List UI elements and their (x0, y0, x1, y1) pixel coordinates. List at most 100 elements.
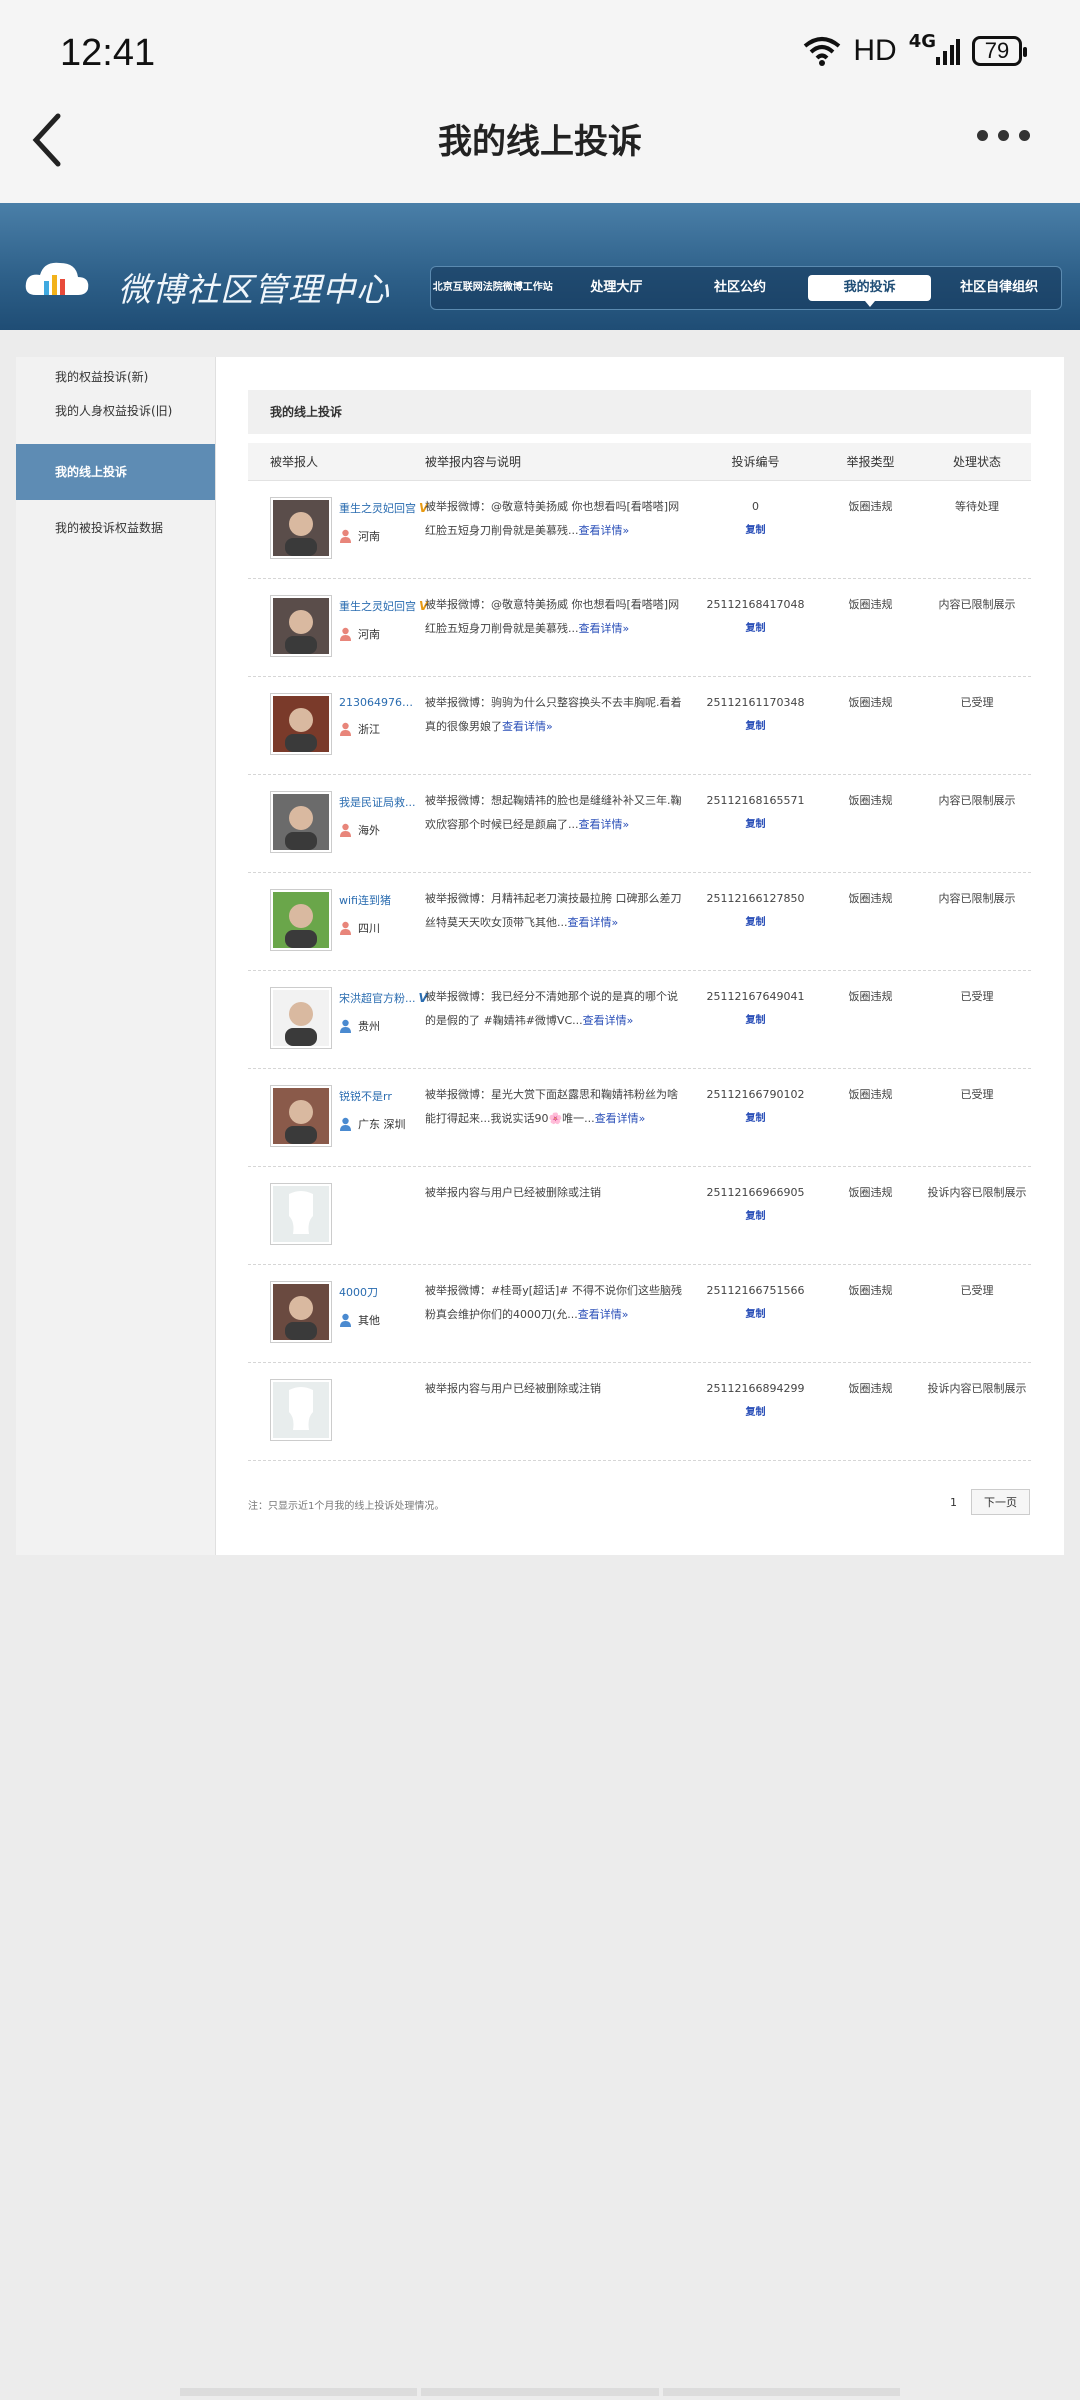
avatar[interactable] (270, 889, 332, 951)
complaint-status: 已受理 (960, 696, 994, 709)
header-status: 处理状态 (952, 455, 1001, 469)
reported-user-name[interactable]: 重生之灵妃回宫 (339, 598, 416, 614)
complaint-id: 25112166790102 (706, 1088, 805, 1101)
complaint-id: 25112168165571 (706, 794, 805, 807)
view-details-link[interactable]: 查看详情» (579, 622, 630, 635)
table-header: 被举报人 被举报内容与说明 投诉编号 举报类型 处理状态 (248, 443, 1031, 481)
tab-my-complaints[interactable]: 我的投诉 (807, 274, 932, 308)
copy-button[interactable]: 复制 (693, 617, 818, 641)
view-details-link[interactable]: 查看详情» (583, 1014, 634, 1027)
person-icon (340, 627, 351, 641)
complaint-list: 重生之灵妃回宫 V 河南 被举报微博：@敬意特美扬威 你也想看吗[看嗒嗒]网红脸五短身… (248, 481, 1031, 1461)
view-details-link[interactable]: 查看详情» (578, 1308, 629, 1321)
complaint-type: 饭圈违规 (848, 598, 893, 611)
complaint-content: 被举报内容与用户已经被删除或注销 (425, 1382, 601, 1395)
clock: 12:41 (60, 32, 156, 74)
sidebar: 我的权益投诉(新) 我的人身权益投诉(旧) 我的线上投诉 我的被投诉权益数据 (16, 357, 216, 1555)
footer-note: 注：只显示近1个月我的线上投诉处理情况。 (248, 1501, 445, 1512)
avatar[interactable] (270, 497, 332, 559)
avatar[interactable] (270, 595, 332, 657)
tab-self-regulation[interactable]: 社区自律组织 (937, 280, 1061, 296)
complaint-type: 饭圈违规 (848, 696, 893, 709)
sidebar-item-personal-rights-old[interactable]: 我的人身权益投诉(旧) (16, 395, 215, 428)
user-location: 海外 (358, 824, 380, 837)
complaint-status: 已受理 (960, 1088, 994, 1101)
top-nav: 北京互联网法院微博工作站 处理大厅 社区公约 我的投诉 社区自律组织 (430, 266, 1062, 310)
user-location: 贵州 (358, 1020, 380, 1033)
view-details-link[interactable]: 查看详情» (502, 720, 553, 733)
copy-button[interactable]: 复制 (693, 519, 818, 543)
avatar[interactable] (270, 1379, 332, 1441)
reported-user-name[interactable]: 锐锐不是rr (339, 1088, 392, 1104)
next-page-button[interactable]: 下一页 (971, 1489, 1030, 1515)
copy-button[interactable]: 复制 (693, 1009, 818, 1033)
copy-button[interactable]: 复制 (693, 1303, 818, 1327)
copy-button[interactable]: 复制 (693, 813, 818, 837)
sidebar-item-rights-new[interactable]: 我的权益投诉(新) (16, 359, 215, 395)
complaint-content: 被举报内容与用户已经被删除或注销 (425, 1186, 601, 1199)
complaint-type: 饭圈违规 (848, 500, 893, 513)
person-icon (340, 1313, 351, 1327)
reported-user-name[interactable]: 4000刀 (339, 1284, 378, 1300)
copy-button[interactable]: 复制 (693, 1205, 818, 1229)
page-number[interactable]: 1 (950, 1496, 957, 1509)
sidebar-item-complained-data[interactable]: 我的被投诉权益数据 (16, 512, 215, 545)
table-row: 重生之灵妃回宫 V 河南 被举报微博：@敬意特美扬威 你也想看吗[看嗒嗒]网红脸五短身… (248, 579, 1031, 677)
reported-user-name[interactable]: 我是民证局救... (339, 794, 416, 810)
wifi-icon (804, 37, 841, 66)
complaint-id: 0 (752, 500, 759, 513)
section-title: 我的线上投诉 (248, 390, 1031, 434)
header-content: 被举报内容与说明 (425, 455, 522, 469)
user-location: 浙江 (358, 723, 380, 736)
avatar[interactable] (270, 987, 332, 1049)
copy-button[interactable]: 复制 (693, 1401, 818, 1425)
avatar[interactable] (270, 1183, 332, 1245)
pagination: 1 下一页 (950, 1489, 1030, 1515)
user-location: 其他 (358, 1314, 380, 1327)
person-icon (340, 1019, 351, 1033)
complaint-status: 已受理 (960, 1284, 994, 1297)
view-details-link[interactable]: 查看详情» (595, 1112, 646, 1125)
more-dots-icon[interactable] (977, 130, 1030, 141)
complaint-type: 饭圈违规 (848, 1186, 893, 1199)
complaint-content: 被举报微博：我已经分不清她那个说的是真的哪个说的是假的了 #鞠婧祎#微博VC..… (425, 990, 678, 1027)
avatar[interactable] (270, 1281, 332, 1343)
complaint-id: 25112166966905 (706, 1186, 805, 1199)
sidebar-item-online-complaints[interactable]: 我的线上投诉 (16, 444, 215, 500)
complaint-status: 投诉内容已限制展示 (927, 1186, 1027, 1199)
complaint-content: 被举报微博：月精祎起老刀演技最拉胯 口碑那么差刀丝特莫天天吹女顶带飞其他... (425, 892, 682, 929)
view-details-link[interactable]: 查看详情» (568, 916, 619, 929)
complaint-status: 投诉内容已限制展示 (927, 1382, 1027, 1395)
complaint-status: 内容已限制展示 (938, 794, 1016, 807)
logo-text: 微博社区管理中心 (118, 270, 390, 309)
header-id: 投诉编号 (731, 455, 780, 469)
person-icon (340, 921, 351, 935)
view-details-link[interactable]: 查看详情» (579, 818, 630, 831)
reported-user-name[interactable]: 宋洪超官方粉... (339, 990, 416, 1006)
copy-button[interactable]: 复制 (693, 1107, 818, 1131)
person-icon (340, 722, 351, 736)
avatar[interactable] (270, 1085, 332, 1147)
user-location: 河南 (358, 530, 380, 543)
table-row: 宋洪超官方粉... V 贵州 被举报微博：我已经分不清她那个说的是真的哪个说的是假的了… (248, 971, 1031, 1069)
complaint-id: 25112167649041 (706, 990, 805, 1003)
complaint-status: 内容已限制展示 (938, 892, 1016, 905)
copy-button[interactable]: 复制 (693, 911, 818, 935)
complaint-content: 被举报微博：驹驹为什么只整容换头不去丰胸呢.看着真的很像男娘了 (425, 696, 682, 733)
complaint-content: 被举报微博：@敬意特美扬威 你也想看吗[看嗒嗒]网红脸五短身刀削骨就是美慕残..… (425, 500, 680, 537)
reported-user-name[interactable]: 2130649767_256 (339, 696, 417, 709)
complaint-id: 25112168417048 (706, 598, 805, 611)
user-location: 四川 (358, 922, 380, 935)
view-details-link[interactable]: 查看详情» (579, 524, 630, 537)
tab-hall[interactable]: 处理大厅 (555, 280, 679, 296)
tab-convention[interactable]: 社区公约 (678, 280, 802, 296)
avatar[interactable] (270, 693, 332, 755)
tab-court-station[interactable]: 北京互联网法院微博工作站 (431, 282, 555, 294)
copy-button[interactable]: 复制 (693, 715, 818, 739)
complaint-type: 饭圈违规 (848, 990, 893, 1003)
reported-user-name[interactable]: wifi连到猪 (339, 892, 391, 908)
avatar[interactable] (270, 791, 332, 853)
reported-user-name[interactable]: 重生之灵妃回宫 (339, 500, 416, 516)
person-icon (340, 1117, 351, 1131)
header-type: 举报类型 (846, 455, 895, 469)
